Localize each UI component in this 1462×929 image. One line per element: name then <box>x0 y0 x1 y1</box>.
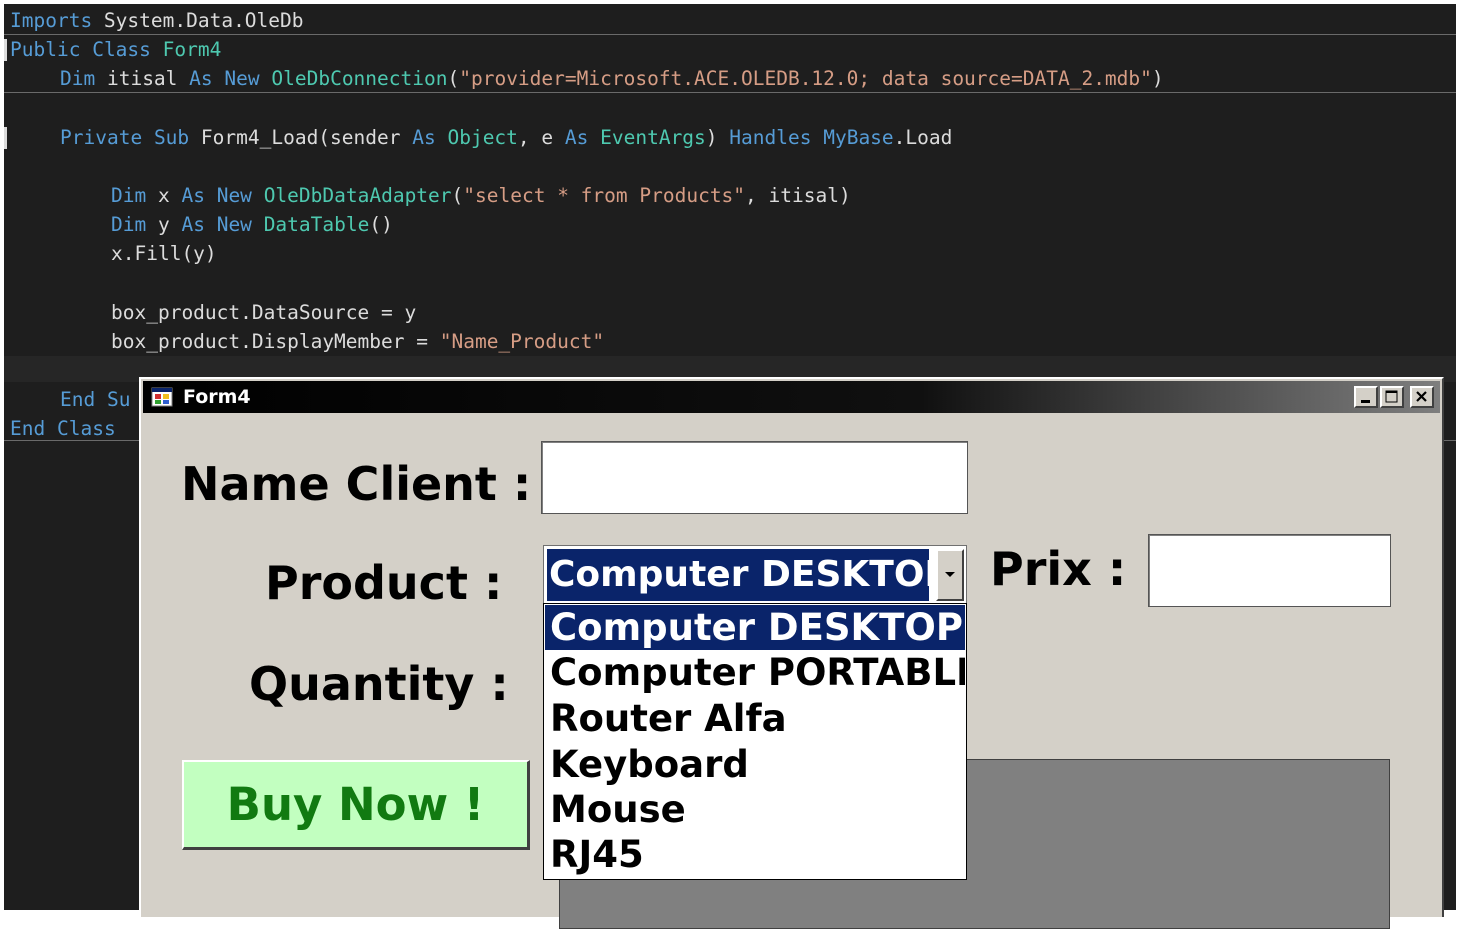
keyword: As <box>412 126 436 149</box>
keyword: As <box>564 126 589 149</box>
code-text: ) <box>705 126 730 149</box>
close-icon <box>1416 391 1427 402</box>
keyword: New <box>216 184 252 207</box>
code-line-end-sub: End Su <box>60 385 130 414</box>
keyword: As <box>181 213 205 236</box>
name-client-input[interactable] <box>541 441 968 514</box>
keyword: MyBase <box>823 126 894 149</box>
type-name: Object <box>447 126 518 149</box>
code-text: x <box>146 184 182 207</box>
dropdown-item[interactable]: Mouse <box>545 787 965 832</box>
dropdown-item[interactable]: Router Alfa <box>545 696 965 741</box>
string-literal: "provider=Microsoft.ACE.OLEDB.12.0; data… <box>459 67 1152 90</box>
minimize-button[interactable] <box>1354 386 1378 408</box>
minimize-icon <box>1361 400 1370 403</box>
buy-now-button[interactable]: Buy Now ! <box>182 760 530 850</box>
code-line-displaymember: box_product.DisplayMember = "Name_Produc… <box>111 327 604 356</box>
code-text: x.Fill(y) <box>111 242 217 265</box>
code-text: box_product.DisplayMember = <box>111 330 440 353</box>
code-text: , e <box>517 126 565 149</box>
keyword: End <box>60 388 96 411</box>
code-line-end-class: End Class <box>10 414 116 443</box>
code-text: () <box>369 213 393 236</box>
prix-input[interactable] <box>1148 534 1391 607</box>
code-line-imports: Imports System.Data.OleDb <box>10 6 304 35</box>
window-title: Form4 <box>183 386 251 408</box>
string-literal: "Name_Product" <box>439 330 605 353</box>
maximize-button[interactable] <box>1380 386 1404 408</box>
dropdown-item[interactable]: Keyboard <box>545 742 965 787</box>
code-text: y <box>146 213 182 236</box>
code-text: itisal <box>95 67 190 90</box>
keyword: Handles <box>729 126 812 149</box>
product-label: Product : <box>265 556 503 610</box>
keyword: Dim <box>111 213 147 236</box>
line-marker <box>4 39 7 61</box>
code-line-sub: Private Sub Form4_Load(sender As Object,… <box>60 123 952 152</box>
code-line-adapter: Dim x As New OleDbDataAdapter("select * … <box>111 181 851 210</box>
keyword: Class <box>92 38 151 61</box>
type-name: OleDbDataAdapter <box>263 184 452 207</box>
string-literal: "select * from Products" <box>463 184 746 207</box>
code-text: Form4_Load(sender <box>189 126 413 149</box>
keyword: New <box>216 213 252 236</box>
code-text: .Load <box>893 126 953 149</box>
form-app-icon <box>151 387 173 407</box>
keyword: Imports <box>10 9 93 32</box>
keyword: As <box>181 184 205 207</box>
type-name: DataTable <box>263 213 370 236</box>
code-line-connection: Dim itisal As New OleDbConnection("provi… <box>60 64 1164 93</box>
keyword: Class <box>56 417 116 440</box>
quantity-label: Quantity : <box>249 657 509 711</box>
maximize-icon <box>1385 390 1398 403</box>
code-separator <box>4 92 1456 93</box>
keyword: End <box>10 417 46 440</box>
code-line-datasource: box_product.DataSource = y <box>111 298 416 327</box>
product-dropdown-list[interactable]: Computer DESKTOP Computer PORTABLE Route… <box>543 603 967 880</box>
prix-label: Prix : <box>990 542 1127 596</box>
keyword: Public <box>10 38 81 61</box>
code-separator <box>4 34 1456 35</box>
dropdown-item[interactable]: RJ45 <box>545 832 965 877</box>
code-text: System.Data.OleDb <box>92 9 304 32</box>
combobox-dropdown-button[interactable] <box>936 549 964 601</box>
code-text: , itisal) <box>745 184 851 207</box>
dropdown-arrow-icon <box>945 572 955 577</box>
type-name: Form4 <box>162 38 222 61</box>
dropdown-item[interactable]: Computer PORTABLE <box>545 650 965 695</box>
window-titlebar[interactable]: Form4 <box>143 381 1440 413</box>
code-text: ( <box>451 184 464 207</box>
code-line-class: Public Class Form4 <box>10 35 221 64</box>
code-text: ( <box>447 67 460 90</box>
code-line-datatable: Dim y As New DataTable() <box>111 210 393 239</box>
keyword: New <box>224 67 260 90</box>
dropdown-item[interactable]: Computer DESKTOP <box>545 605 965 650</box>
type-name: OleDbConnection <box>271 67 448 90</box>
product-selected-text: Computer DESKTOP <box>547 549 929 601</box>
keyword: Su <box>106 388 131 411</box>
code-text: ) <box>1151 67 1164 90</box>
keyword: Sub <box>153 126 190 149</box>
type-name: EventArgs <box>600 126 706 149</box>
keyword: Dim <box>60 67 96 90</box>
product-combobox[interactable]: Computer DESKTOP <box>543 545 967 605</box>
close-button[interactable] <box>1410 386 1434 408</box>
name-client-label: Name Client : <box>181 457 532 511</box>
keyword: Private <box>60 126 143 149</box>
keyword: Dim <box>111 184 147 207</box>
form4-window[interactable]: Form4 Name Client : Product : Computer D… <box>139 377 1444 929</box>
line-marker <box>4 127 7 149</box>
keyword: As <box>189 67 213 90</box>
code-line-fill: x.Fill(y) <box>111 239 217 268</box>
code-text: box_product.DataSource = y <box>111 301 417 324</box>
